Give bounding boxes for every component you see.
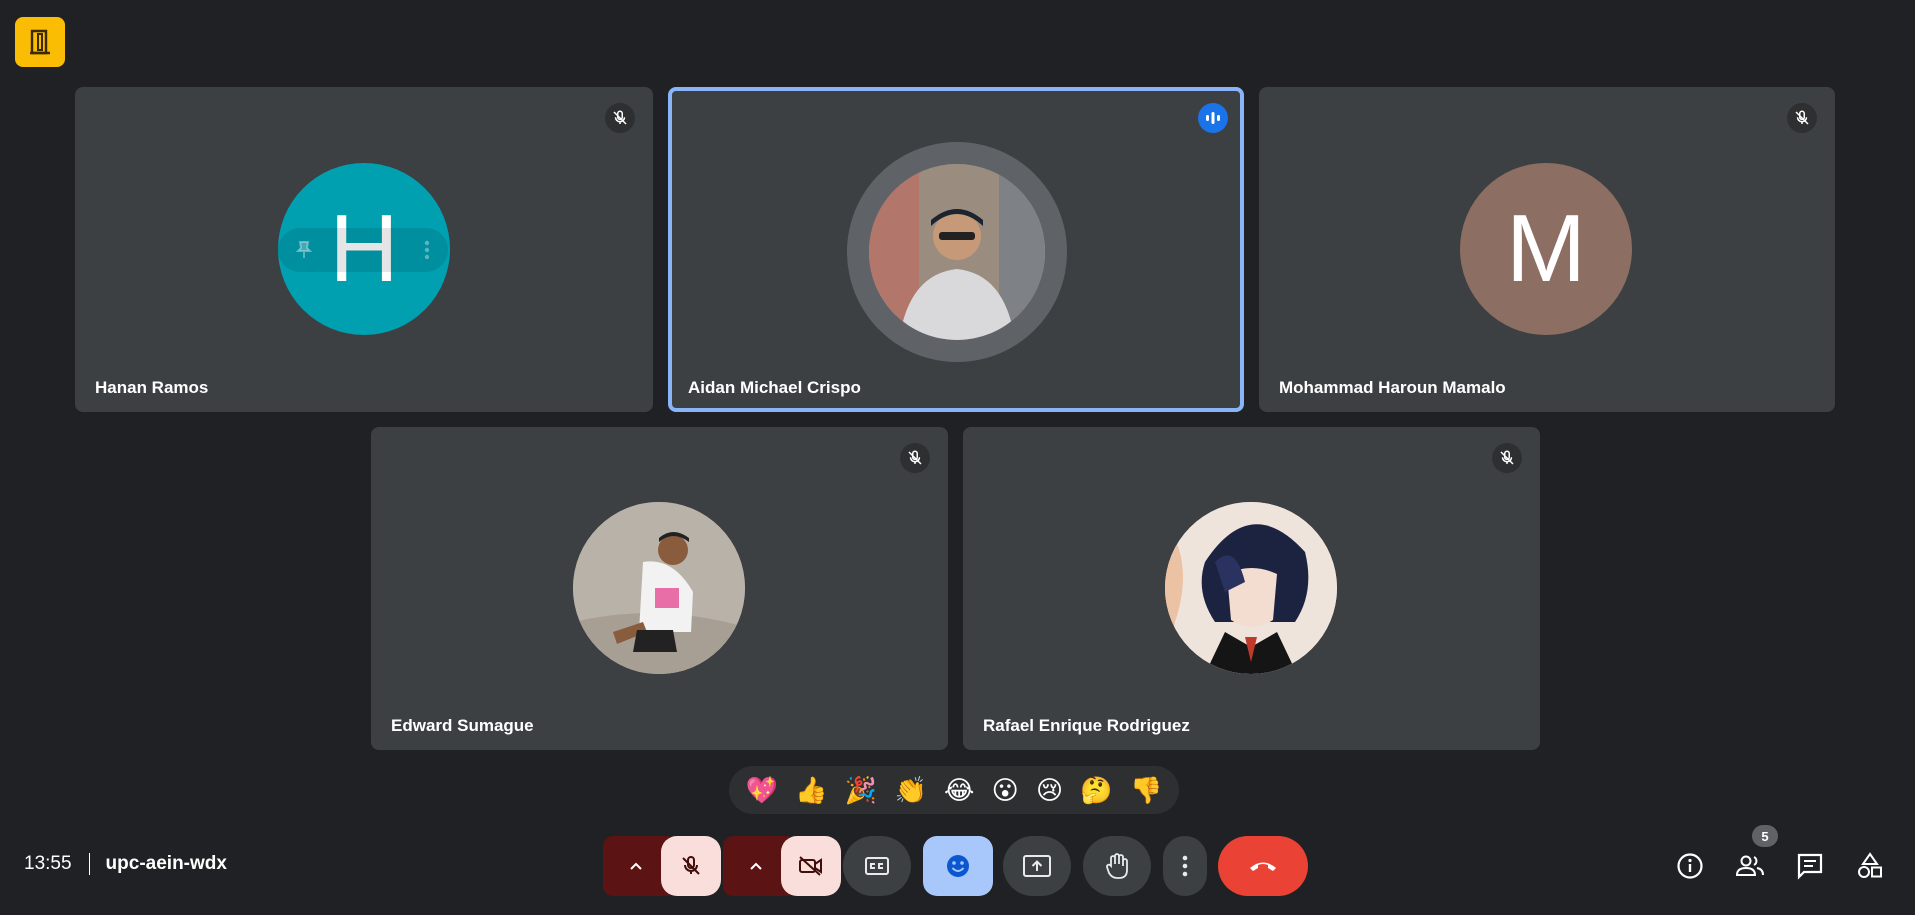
more-vert-icon[interactable]: [424, 240, 430, 260]
send-reaction-button[interactable]: [923, 836, 993, 896]
people-icon: [1735, 854, 1765, 878]
mic-control-group: [603, 836, 721, 896]
video-options-button[interactable]: [723, 836, 789, 896]
reaction-thinking[interactable]: 🤔: [1080, 777, 1112, 803]
reaction-bar: 💖 👍 🎉 👏 😂 😮 😢 🤔 👎: [729, 766, 1179, 814]
end-call-icon: [1248, 859, 1278, 873]
participant-name: Hanan Ramos: [95, 378, 209, 397]
reaction-thumbs-up[interactable]: 👍: [795, 777, 827, 803]
divider: [88, 853, 90, 875]
info-icon: [1676, 852, 1704, 880]
pin-icon[interactable]: [296, 240, 312, 260]
avatar: M: [1460, 163, 1632, 335]
avatar-photo: [1165, 502, 1337, 674]
speaking-ring: [847, 142, 1067, 362]
meeting-code: upc-aein-wdx: [105, 853, 227, 874]
captions-icon: [865, 856, 889, 876]
emoji-icon: [945, 853, 971, 879]
avatar-photo: [869, 164, 1045, 340]
mic-toggle-button[interactable]: [661, 836, 721, 896]
tile-hover-controls[interactable]: [278, 228, 448, 272]
participant-name: Mohammad Haroun Mamalo: [1279, 378, 1506, 397]
participant-tile[interactable]: Rafael Enrique Rodriguez: [963, 427, 1540, 750]
clock-time: 13:55: [24, 853, 72, 874]
mic-off-icon: [679, 854, 703, 878]
chevron-up-icon: [629, 861, 643, 871]
door-icon: [28, 29, 52, 55]
camera-control-group: [723, 836, 841, 896]
present-screen-button[interactable]: [1003, 836, 1071, 896]
people-button[interactable]: [1732, 848, 1768, 884]
activities-button[interactable]: [1852, 848, 1888, 884]
reaction-cry[interactable]: 😢: [1036, 777, 1063, 803]
mic-off-icon: [1787, 103, 1817, 133]
audio-options-button[interactable]: [603, 836, 669, 896]
participant-tile[interactable]: M Mohammad Haroun Mamalo: [1259, 87, 1835, 412]
present-icon: [1023, 855, 1051, 877]
activities-icon: [1856, 852, 1884, 880]
reaction-surprised[interactable]: 😮: [992, 777, 1019, 803]
reaction-clap[interactable]: 👏: [894, 777, 926, 803]
chat-icon: [1796, 852, 1824, 880]
participant-tile-active[interactable]: Aidan Michael Crispo: [668, 87, 1244, 412]
leave-call-button[interactable]: [1218, 836, 1308, 896]
more-vert-icon: [1182, 855, 1188, 877]
speaking-indicator-icon: [1198, 103, 1228, 133]
meeting-details: 13:55 upc-aein-wdx: [24, 853, 227, 875]
chat-button[interactable]: [1792, 848, 1828, 884]
reaction-heart[interactable]: 💖: [746, 777, 778, 803]
mic-off-icon: [1492, 443, 1522, 473]
room-button[interactable]: [15, 17, 65, 67]
meeting-details-button[interactable]: [1672, 848, 1708, 884]
camera-toggle-button[interactable]: [781, 836, 841, 896]
participant-name: Aidan Michael Crispo: [688, 378, 861, 397]
camera-off-icon: [798, 855, 824, 877]
hand-icon: [1104, 852, 1130, 880]
participant-count-badge: 5: [1752, 825, 1778, 847]
reaction-laugh[interactable]: 😂: [944, 777, 974, 803]
reaction-party[interactable]: 🎉: [845, 777, 877, 803]
participant-name: Rafael Enrique Rodriguez: [983, 716, 1190, 735]
participant-name: Edward Sumague: [391, 716, 534, 735]
captions-button[interactable]: [843, 836, 911, 896]
mic-off-icon: [900, 443, 930, 473]
chevron-up-icon: [749, 861, 763, 871]
participant-tile[interactable]: Edward Sumague: [371, 427, 948, 750]
avatar-photo: [573, 502, 745, 674]
raise-hand-button[interactable]: [1083, 836, 1151, 896]
more-options-button[interactable]: [1163, 836, 1207, 896]
reaction-thumbs-down[interactable]: 👎: [1130, 777, 1162, 803]
mic-off-icon: [605, 103, 635, 133]
